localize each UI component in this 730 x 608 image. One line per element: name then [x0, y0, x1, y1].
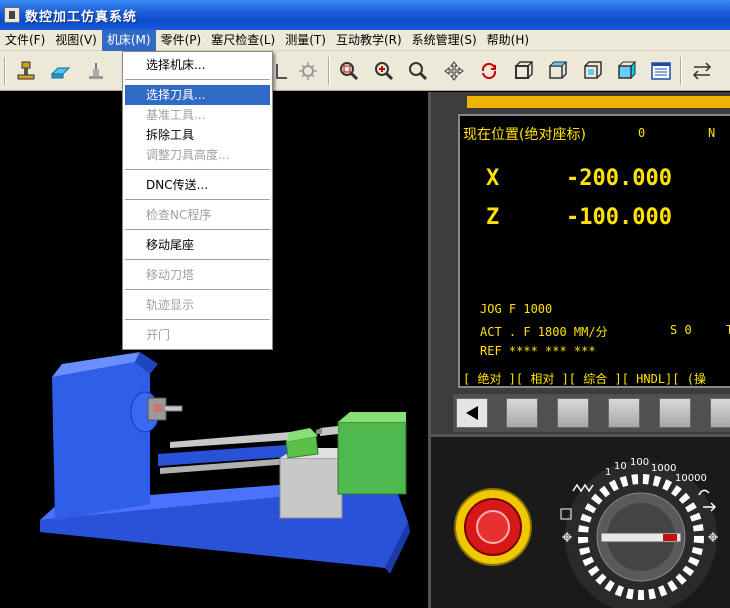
zoom-in-icon[interactable]: [372, 59, 396, 83]
menu-help[interactable]: 帮助(H): [482, 30, 534, 51]
z-axis-label: Z: [486, 205, 500, 230]
menu-item-open-door: 开门: [146, 328, 171, 342]
workpiece: [163, 405, 183, 412]
left-arrow-icon: [466, 406, 478, 420]
window-title: 数控加工仿真系统: [25, 9, 138, 25]
softkey-row: [453, 394, 730, 432]
ref-status-line: REF **** *** ***: [480, 344, 596, 358]
actual-feed-line: ACT . F 1800 MM/分: [480, 325, 608, 339]
menu-item-adjust-tool-height: 调整刀具高度...: [146, 148, 230, 162]
menu-item-remove-tool[interactable]: 拆除工具: [125, 125, 270, 145]
menu-view[interactable]: 视图(V): [50, 30, 102, 51]
x-axis-label: X: [486, 166, 500, 191]
menu-part[interactable]: 零件(P): [156, 30, 207, 51]
spindle-speed: S 0: [670, 323, 692, 337]
softkey-5[interactable]: [710, 398, 730, 428]
chuck-jaw: [154, 404, 162, 412]
rail-rod: [170, 432, 290, 448]
menu-item-select-machine[interactable]: 选择机床...: [125, 55, 270, 75]
menu-feeler-gauge[interactable]: 塞尺检查(L): [206, 30, 280, 51]
softkey-4[interactable]: [659, 398, 691, 428]
dial-scale-10: 10: [614, 461, 627, 472]
dial-scale-1: 1: [605, 467, 611, 478]
softkey-1[interactable]: [506, 398, 538, 428]
menu-file[interactable]: 文件(F): [0, 30, 50, 51]
select-stock-icon[interactable]: [48, 59, 72, 83]
menu-separator: [125, 259, 270, 260]
tool-holder: [320, 426, 338, 436]
softkey-2[interactable]: [557, 398, 589, 428]
menu-item-reference-tool: 基准工具...: [146, 108, 206, 122]
machine-menu-dropdown: 选择机床... 选择刀具... 基准工具... 拆除工具 调整刀具高度... D…: [122, 51, 273, 350]
cnc-monitor-frame: 现在位置(绝对座标) 0 N X -200.000 Z -100.000 JOG…: [428, 92, 730, 434]
menu-item-dnc-transfer[interactable]: DNC传送...: [125, 175, 270, 195]
softkey-labels: [ 绝对 ][ 相对 ][ 综合 ][ HNDL][ (操: [463, 372, 706, 386]
menu-interactive-teaching[interactable]: 互动教学(R): [331, 30, 407, 51]
title-bar: 数控加工仿真系统: [0, 0, 730, 30]
z-axis-value: -100.000: [566, 205, 672, 230]
cnc-screen: 现在位置(绝对座标) 0 N X -200.000 Z -100.000 JOG…: [458, 114, 730, 388]
screen-title: 现在位置(绝对座标): [463, 127, 586, 143]
app-window: 数控加工仿真系统 文件(F) 视图(V) 机床(M) 零件(P) 塞尺检查(L)…: [0, 0, 730, 608]
select-machine-icon[interactable]: [14, 59, 38, 83]
rotate-icon[interactable]: [477, 59, 501, 83]
top-view-icon[interactable]: [545, 59, 569, 83]
menu-separator: [125, 319, 270, 320]
menu-item-check-nc-program: 检查NC程序: [146, 208, 212, 222]
app-icon: [4, 7, 20, 23]
iso-view-icon[interactable]: [614, 59, 638, 83]
coolant-icon[interactable]: [296, 59, 320, 83]
toolbar: [0, 51, 730, 91]
menu-item-toolpath-display: 轨迹显示: [146, 298, 195, 312]
menu-item-select-tool[interactable]: 选择刀具...: [125, 85, 270, 105]
machine-operator-panel: 1 10 100 1000 10000: [428, 434, 730, 608]
dial-scale-100: 100: [630, 457, 649, 468]
program-number: 0: [638, 126, 646, 140]
x-axis-value: -200.000: [566, 166, 672, 191]
dial-scale-10000: 10000: [675, 473, 707, 484]
menu-item-move-turret: 移动刀塔: [146, 268, 195, 282]
menu-item-move-tailstock[interactable]: 移动尾座: [125, 235, 270, 255]
softkey-3[interactable]: [608, 398, 640, 428]
sequence-number: N: [708, 126, 716, 140]
toolbar-separator-2: [680, 57, 682, 85]
emergency-stop-button[interactable]: [454, 488, 532, 566]
menu-separator: [125, 79, 270, 80]
menu-separator: [125, 229, 270, 230]
menu-separator: [125, 169, 270, 170]
headstock-front: [52, 362, 150, 520]
tool-measure-icon[interactable]: [272, 59, 296, 83]
softkey-left-arrow[interactable]: [456, 398, 488, 428]
place-part-icon[interactable]: [84, 59, 108, 83]
menu-bar: 文件(F) 视图(V) 机床(M) 零件(P) 塞尺检查(L) 测量(T) 互动…: [0, 29, 730, 51]
menu-separator: [125, 289, 270, 290]
tool-number: T: [726, 323, 730, 337]
cnc-control-panel: 现在位置(绝对座标) 0 N X -200.000 Z -100.000 JOG…: [428, 92, 730, 608]
jog-feed-line: JOG F 1000: [480, 302, 553, 316]
front-view-icon[interactable]: [511, 59, 535, 83]
turret: [337, 421, 407, 495]
menu-separator: [125, 199, 270, 200]
cutting-tool: [316, 428, 322, 434]
carriage: [279, 457, 343, 519]
toolbar-grip: [4, 57, 6, 85]
zoom-out-icon[interactable]: [406, 59, 430, 83]
control-panel-toggle-icon[interactable]: [649, 59, 673, 83]
operator-panel-graphics: 1 10 100 1000 10000: [454, 457, 718, 608]
cnc-status-strip: [467, 96, 730, 108]
switch-panel-icon[interactable]: [690, 59, 714, 83]
turret-top: [338, 412, 406, 422]
toolbar-separator: [328, 57, 330, 85]
menu-measure[interactable]: 测量(T): [280, 30, 331, 51]
dial-scale-1000: 1000: [651, 463, 676, 474]
menu-system-management[interactable]: 系统管理(S): [407, 30, 482, 51]
zoom-box-icon[interactable]: [337, 59, 361, 83]
menu-machine[interactable]: 机床(M): [101, 29, 156, 51]
pan-icon[interactable]: [442, 59, 466, 83]
side-view-icon[interactable]: [580, 59, 604, 83]
